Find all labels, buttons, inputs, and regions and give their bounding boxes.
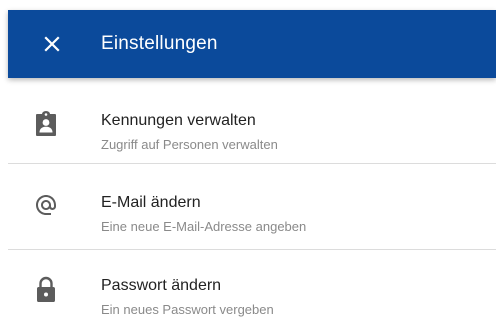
settings-item-change-email[interactable]: E-Mail ändern Eine neue E-Mail-Adresse a… xyxy=(8,164,496,249)
settings-item-change-password[interactable]: Passwort ändern Ein neues Passwort verge… xyxy=(8,250,496,329)
lock-icon xyxy=(34,275,58,302)
page-title: Einstellungen xyxy=(101,33,218,54)
at-sign-icon xyxy=(34,193,58,217)
settings-item-manage-ids[interactable]: Kennungen verwalten Zugriff auf Personen… xyxy=(8,78,496,163)
close-button[interactable] xyxy=(39,31,65,57)
close-icon xyxy=(39,31,65,57)
settings-item-title: Passwort ändern xyxy=(101,277,222,294)
settings-item-subtitle: Eine neue E-Mail-Adresse angeben xyxy=(101,219,307,234)
app-bar: Einstellungen xyxy=(8,10,496,78)
settings-item-subtitle: Ein neues Passwort vergeben xyxy=(101,302,274,317)
settings-item-title: Kennungen verwalten xyxy=(101,112,256,129)
settings-list: Kennungen verwalten Zugriff auf Personen… xyxy=(8,78,496,329)
settings-item-title: E-Mail ändern xyxy=(101,194,201,211)
settings-item-subtitle: Zugriff auf Personen verwalten xyxy=(101,137,278,152)
settings-screen: Einstellungen Kennungen verwalten Zugrif… xyxy=(0,0,496,329)
badge-icon xyxy=(34,111,58,136)
